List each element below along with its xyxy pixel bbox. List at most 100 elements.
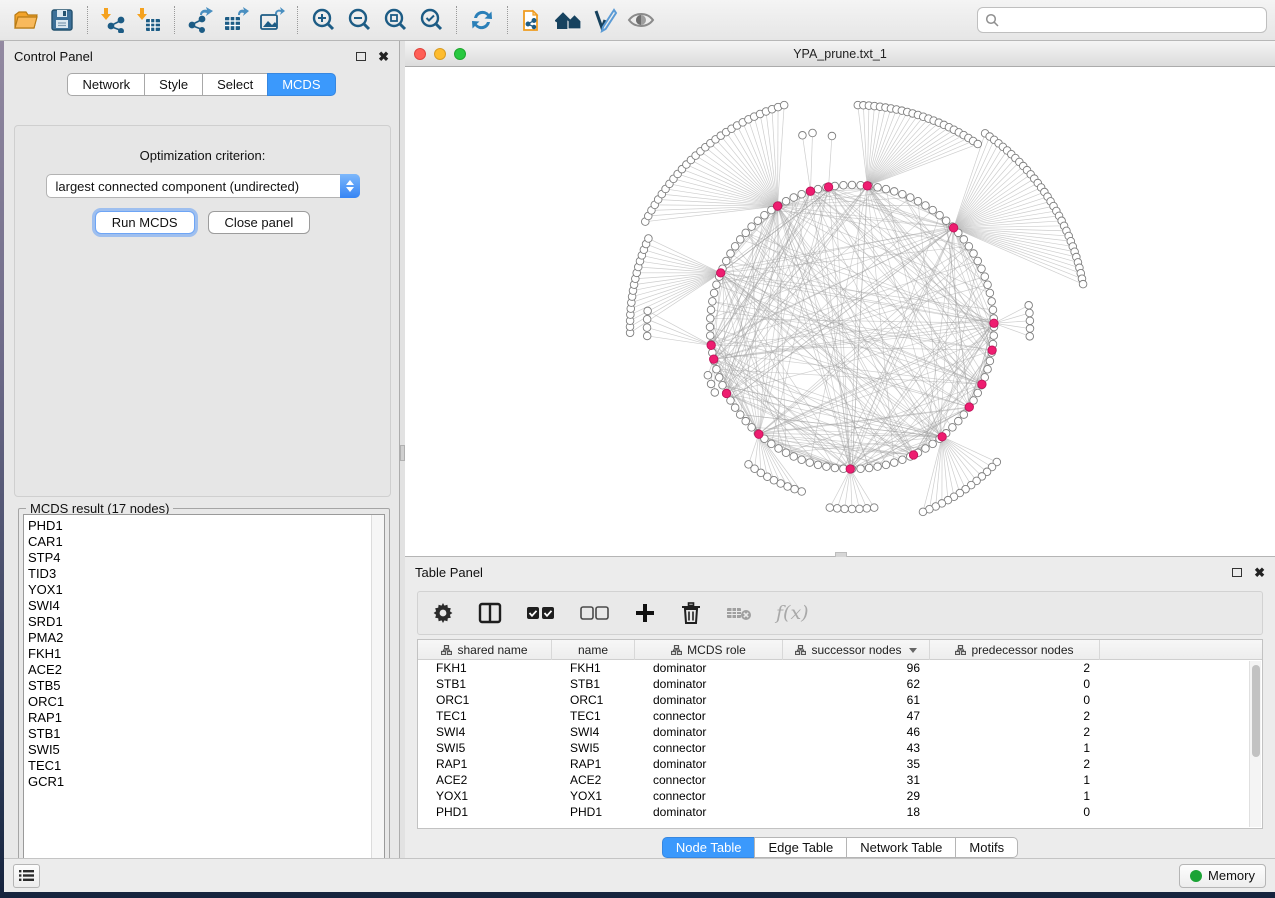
create-column-icon[interactable] <box>634 600 656 626</box>
network-overview-button[interactable] <box>551 3 587 37</box>
list-item[interactable]: YOX1 <box>28 582 371 598</box>
close-panel-icon[interactable]: ✖ <box>378 50 389 63</box>
column-header[interactable]: shared name <box>418 640 552 660</box>
table-row[interactable]: YOX1YOX1connector291 <box>418 788 1262 804</box>
list-item[interactable]: ACE2 <box>28 662 371 678</box>
select-stepper-icon <box>340 174 360 198</box>
float-panel-icon[interactable] <box>356 52 366 61</box>
table-row[interactable]: SWI5SWI5connector431 <box>418 740 1262 756</box>
list-item[interactable]: STP4 <box>28 550 371 566</box>
tab-select[interactable]: Select <box>202 73 267 96</box>
toolbar-separator <box>174 6 175 34</box>
column-header[interactable]: successor nodes <box>783 640 930 660</box>
control-panel-title: Control Panel <box>14 49 93 64</box>
graphics-details-button[interactable] <box>623 3 659 37</box>
import-network-button[interactable] <box>95 3 131 37</box>
column-header[interactable]: MCDS role <box>635 640 783 660</box>
export-network-button[interactable] <box>182 3 218 37</box>
float-table-panel-icon[interactable] <box>1232 568 1242 577</box>
network-window-titlebar[interactable]: YPA_prune.txt_1 <box>405 41 1275 67</box>
table-row[interactable]: ORC1ORC1dominator610 <box>418 692 1262 708</box>
table-scrollbar[interactable] <box>1249 661 1261 827</box>
tab-node-table[interactable]: Node Table <box>662 837 755 858</box>
table-row[interactable]: SWI4SWI4dominator462 <box>418 724 1262 740</box>
delete-column-icon[interactable] <box>680 600 702 626</box>
list-item[interactable]: RAP1 <box>28 710 371 726</box>
table-row[interactable]: ACE2ACE2connector311 <box>418 772 1262 788</box>
result-list-scrollbar[interactable] <box>371 515 384 874</box>
tab-network-table[interactable]: Network Table <box>846 837 955 858</box>
table-cell: 18 <box>783 805 930 819</box>
vizmapper-button[interactable] <box>587 3 623 37</box>
run-mcds-button[interactable]: Run MCDS <box>95 211 195 234</box>
criterion-select[interactable]: largest connected component (undirected) <box>46 174 360 198</box>
table-cell: 2 <box>930 757 1100 771</box>
task-history-button[interactable] <box>13 864 40 888</box>
table-row[interactable]: TEC1TEC1connector472 <box>418 708 1262 724</box>
save-session-button[interactable] <box>44 3 80 37</box>
list-item[interactable]: TID3 <box>28 566 371 582</box>
table-cell: ACE2 <box>552 773 635 787</box>
list-item[interactable]: ORC1 <box>28 694 371 710</box>
mcds-tab-content: Optimization criterion: largest connecte… <box>14 125 391 497</box>
memory-button[interactable]: Memory <box>1179 864 1266 888</box>
zoom-fit-icon <box>382 7 408 33</box>
list-item[interactable]: PHD1 <box>28 518 371 534</box>
export-image-icon <box>259 7 285 33</box>
zoom-out-button[interactable] <box>341 3 377 37</box>
zoom-selected-button[interactable] <box>413 3 449 37</box>
list-item[interactable]: SWI4 <box>28 598 371 614</box>
table-row[interactable]: STB1STB1dominator620 <box>418 676 1262 692</box>
table-options-gear-icon[interactable] <box>432 600 454 626</box>
import-table-button[interactable] <box>131 3 167 37</box>
zoom-in-button[interactable] <box>305 3 341 37</box>
tab-style[interactable]: Style <box>144 73 202 96</box>
table-row[interactable]: PHD1PHD1dominator180 <box>418 804 1262 820</box>
close-panel-button[interactable]: Close panel <box>208 211 311 234</box>
deselect-all-checkboxes-icon[interactable] <box>580 600 610 626</box>
table-cell: FKH1 <box>418 661 552 675</box>
toolbar-search[interactable] <box>977 7 1267 33</box>
export-table-button[interactable] <box>218 3 254 37</box>
table-cell: 0 <box>930 693 1100 707</box>
list-item[interactable]: SWI5 <box>28 742 371 758</box>
open-session-button[interactable] <box>8 3 44 37</box>
toolbar-separator <box>297 6 298 34</box>
column-header[interactable]: name <box>552 640 635 660</box>
list-item[interactable]: FKH1 <box>28 646 371 662</box>
export-image-button[interactable] <box>254 3 290 37</box>
tab-edge-table[interactable]: Edge Table <box>754 837 846 858</box>
table-cell: 2 <box>930 661 1100 675</box>
table-cell: 31 <box>783 773 930 787</box>
zoom-selected-icon <box>418 7 444 33</box>
network-graph-canvas[interactable] <box>405 67 1273 556</box>
table-cell: 62 <box>783 677 930 691</box>
list-item[interactable]: STB5 <box>28 678 371 694</box>
table-cell: dominator <box>635 725 783 739</box>
table-row[interactable]: RAP1RAP1dominator352 <box>418 756 1262 772</box>
new-network-from-selection-button[interactable] <box>515 3 551 37</box>
column-header[interactable]: predecessor nodes <box>930 640 1100 660</box>
memory-label: Memory <box>1208 868 1255 883</box>
show-columns-icon[interactable] <box>478 600 502 626</box>
tab-mcds[interactable]: MCDS <box>267 73 335 96</box>
list-item[interactable]: TEC1 <box>28 758 371 774</box>
tab-motifs[interactable]: Motifs <box>955 837 1018 858</box>
zoom-fit-button[interactable] <box>377 3 413 37</box>
table-cell: SWI4 <box>418 725 552 739</box>
table-scrollbar-thumb[interactable] <box>1252 665 1260 757</box>
list-item[interactable]: STB1 <box>28 726 371 742</box>
table-cell: PHD1 <box>552 805 635 819</box>
mcds-result-list[interactable]: PHD1CAR1STP4TID3YOX1SWI4SRD1PMA2FKH1ACE2… <box>23 514 385 875</box>
table-cell: YOX1 <box>552 789 635 803</box>
search-input[interactable] <box>1004 13 1259 27</box>
table-row[interactable]: FKH1FKH1dominator962 <box>418 660 1262 676</box>
select-all-checkboxes-icon[interactable] <box>526 600 556 626</box>
refresh-view-button[interactable] <box>464 3 500 37</box>
list-item[interactable]: CAR1 <box>28 534 371 550</box>
close-table-panel-icon[interactable]: ✖ <box>1254 566 1265 579</box>
list-item[interactable]: GCR1 <box>28 774 371 790</box>
list-item[interactable]: PMA2 <box>28 630 371 646</box>
tab-network[interactable]: Network <box>67 73 144 96</box>
list-item[interactable]: SRD1 <box>28 614 371 630</box>
